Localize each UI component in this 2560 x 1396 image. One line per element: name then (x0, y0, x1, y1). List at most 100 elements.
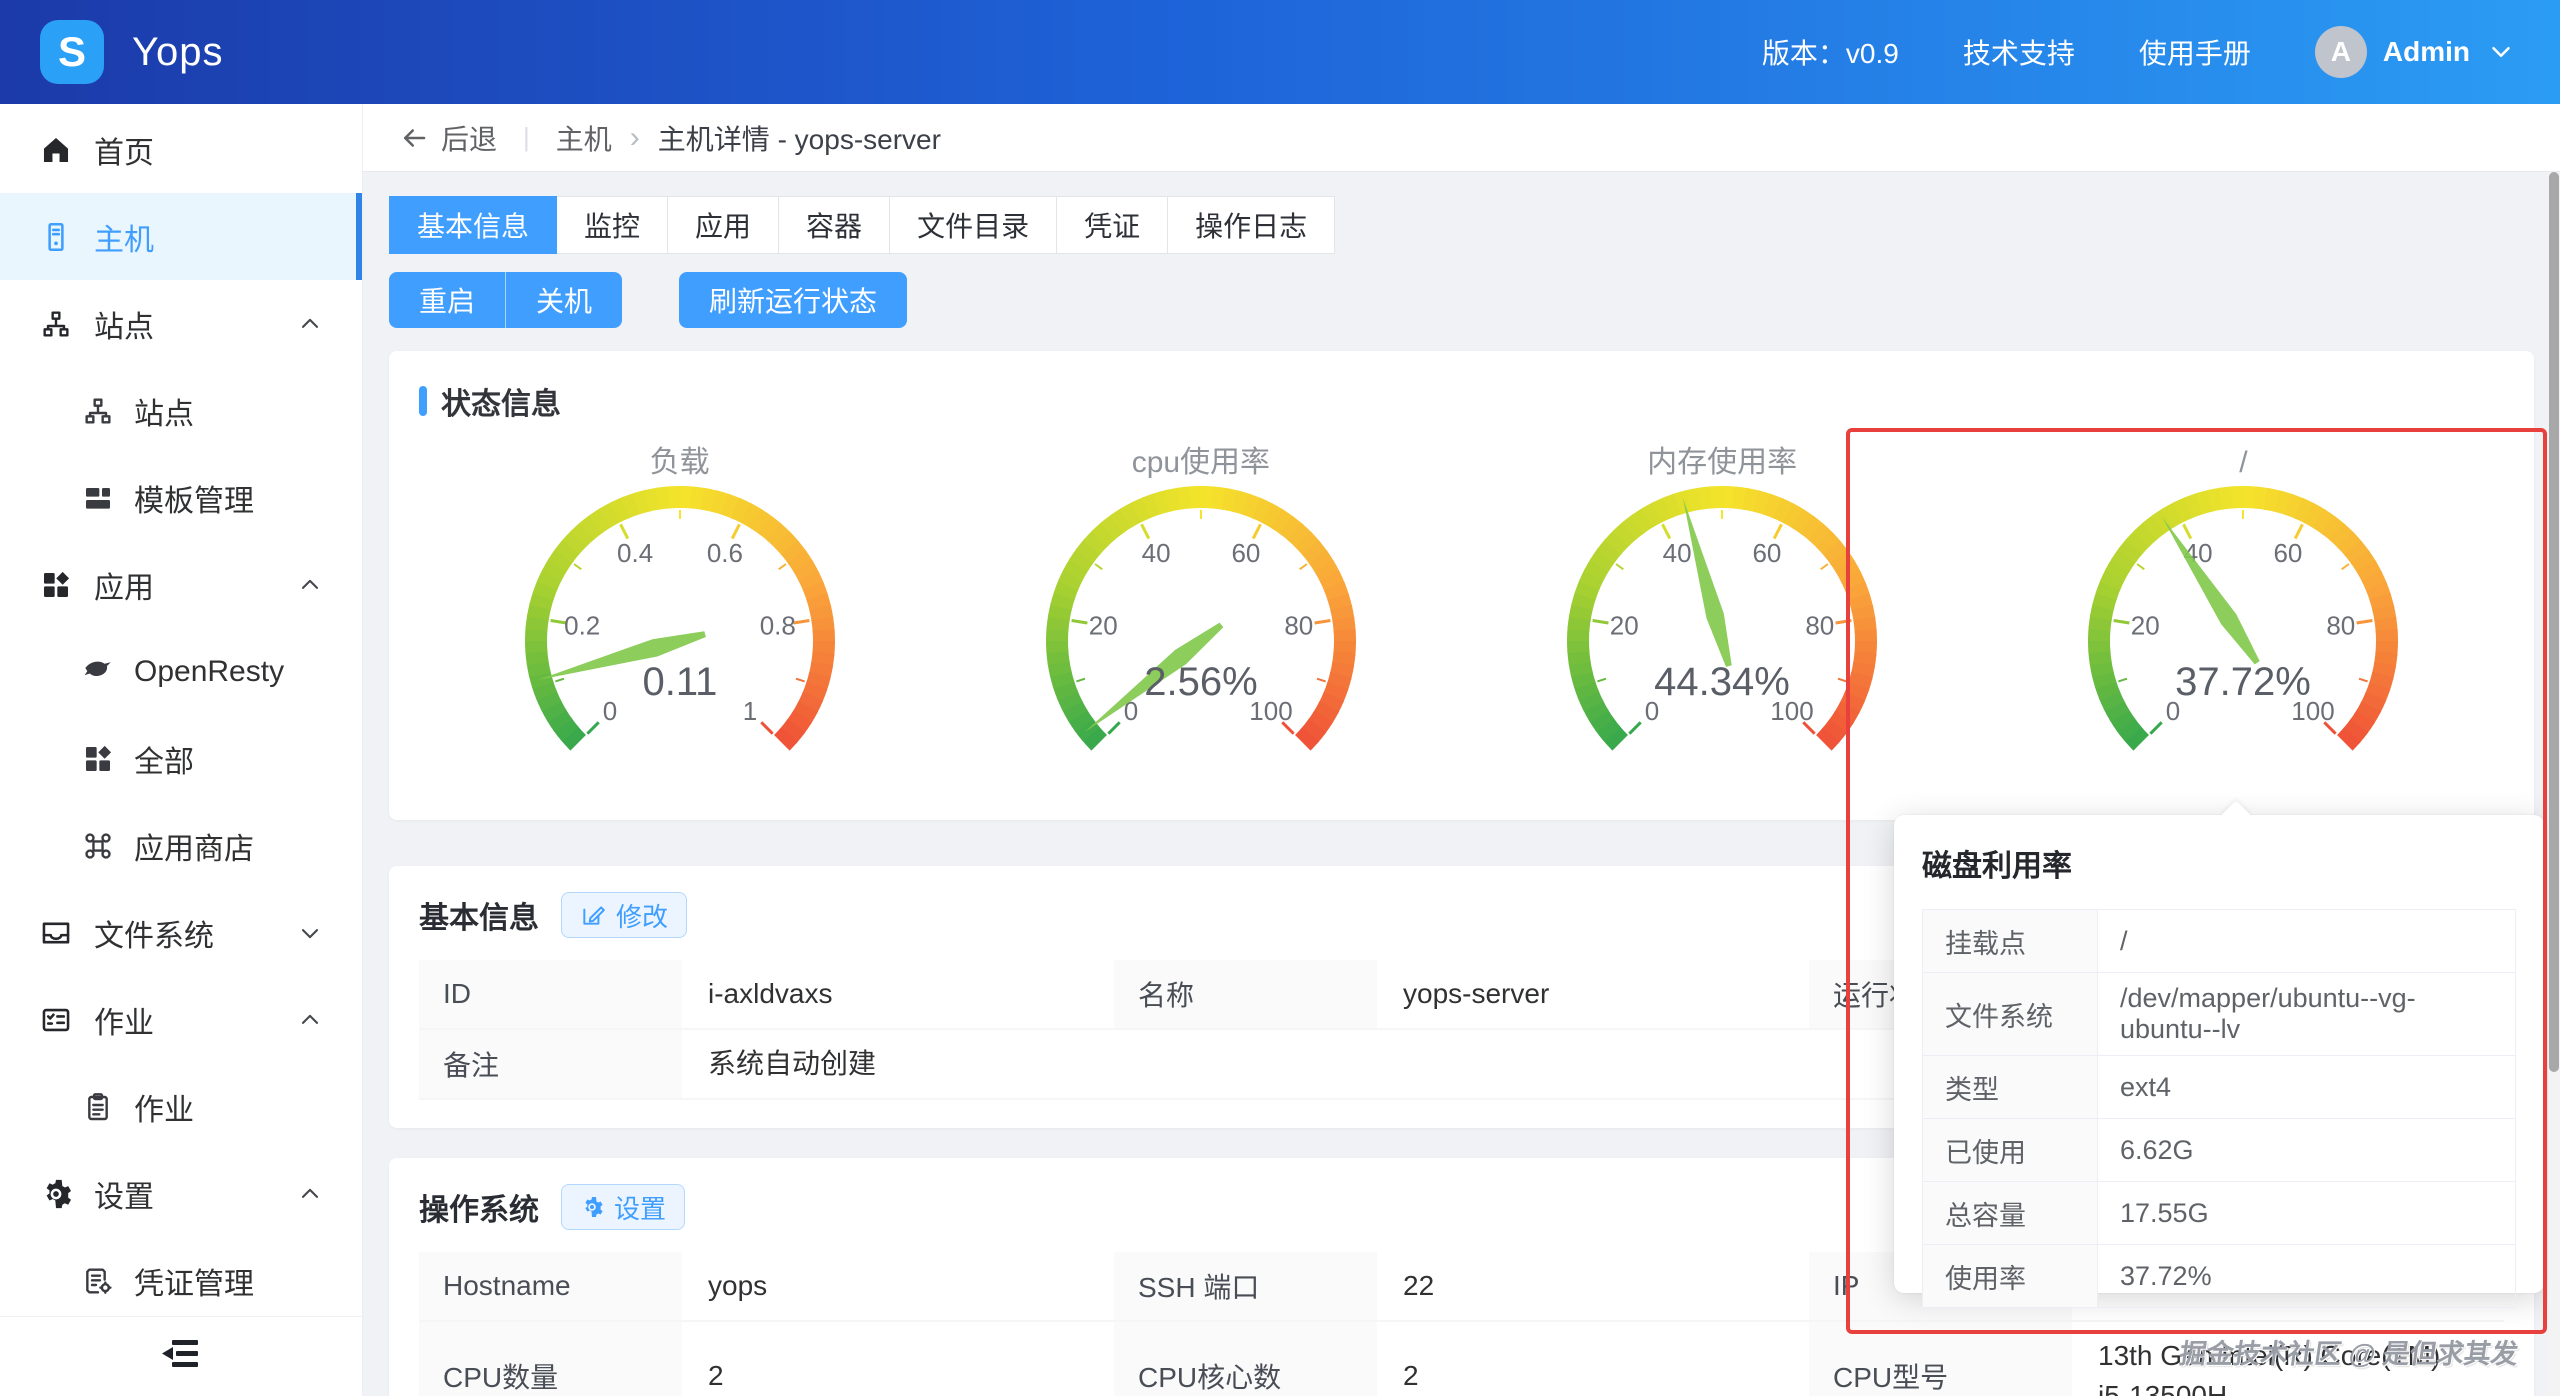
disk-popover-row: 类型ext4 (1923, 1056, 2515, 1119)
sidebar-item-apps-all[interactable]: 全部 (0, 715, 362, 802)
back-button[interactable]: 后退 (399, 118, 497, 158)
sidebar-item-sites-group[interactable]: 站点 (0, 280, 362, 367)
chevron-up-icon (296, 1180, 324, 1208)
edit-button-label: 修改 (616, 897, 668, 934)
sidebar-item-credentials[interactable]: 凭证管理 (0, 1237, 362, 1324)
svg-text:60: 60 (2274, 538, 2303, 568)
disk-popover-row: 挂载点/ (1923, 910, 2515, 973)
tab-file-directory[interactable]: 文件目录 (889, 196, 1057, 254)
apps-icon (38, 567, 74, 603)
sitemap-icon (82, 395, 114, 427)
collapse-sidebar-button[interactable] (0, 1316, 362, 1396)
gauge-chart-1[interactable]: 0204060801002.56% (1036, 483, 1366, 755)
tab-application[interactable]: 应用 (667, 196, 779, 254)
back-label: 后退 (441, 118, 497, 158)
chevron-down-icon (2486, 37, 2516, 67)
gauge-title: 负载 (650, 443, 710, 483)
svg-text:1: 1 (742, 696, 756, 726)
header-right: 版本：v0.9 技术支持 使用手册 A Admin (1762, 26, 2516, 78)
credential-icon (82, 1265, 114, 1297)
gauge-chart-2[interactable]: 02040608010044.34% (1557, 483, 1887, 755)
home-icon (38, 132, 74, 168)
sidebar-item-label: OpenResty (134, 655, 284, 689)
gauge-title: / (2239, 443, 2247, 483)
tab-credential[interactable]: 凭证 (1056, 196, 1168, 254)
desc-label: Hostname (419, 1252, 684, 1320)
app-store-icon (82, 830, 114, 862)
sitemap-icon (38, 306, 74, 342)
desc-label: 备注 (419, 1030, 684, 1098)
desc-value: i-axldvaxs (684, 960, 1114, 1028)
disk-popover-label: 文件系统 (1923, 973, 2098, 1055)
svg-text:37.72%: 37.72% (2176, 660, 2312, 704)
back-arrow-icon (399, 123, 429, 153)
os-settings-button[interactable]: 设置 (561, 1184, 685, 1230)
sidebar-item-label: 首页 (94, 128, 154, 172)
jobs-icon (38, 1002, 74, 1038)
sidebar-item-label: 主机 (94, 215, 154, 259)
user-menu[interactable]: A Admin (2315, 26, 2516, 78)
app-name: Yops (132, 30, 224, 75)
svg-text:60: 60 (1231, 538, 1260, 568)
chevron-down-icon (296, 919, 324, 947)
svg-text:0: 0 (602, 696, 616, 726)
sidebar-item-label: 凭证管理 (134, 1259, 254, 1303)
yops-host-detail-page: { "header": { "logo_letter": "S", "app_n… (0, 0, 2560, 1396)
scrollbar-thumb[interactable] (2549, 172, 2559, 1072)
breadcrumb-item-host[interactable]: 主机 (556, 118, 612, 158)
refresh-status-button[interactable]: 刷新运行状态 (679, 272, 907, 328)
gauge-title: 内存使用率 (1647, 443, 1797, 483)
manual-link[interactable]: 使用手册 (2139, 32, 2251, 72)
avatar: A (2315, 26, 2367, 78)
edit-button[interactable]: 修改 (561, 892, 687, 938)
sidebar-item-sites[interactable]: 站点 (0, 367, 362, 454)
sidebar-item-openresty[interactable]: OpenResty (0, 628, 362, 715)
disk-usage-popover: 磁盘利用率 挂载点/文件系统/dev/mapper/ubuntu--vg-ubu… (1894, 815, 2544, 1293)
sidebar-item-home[interactable]: 首页 (0, 106, 362, 193)
tab-basic-info[interactable]: 基本信息 (389, 196, 557, 254)
tab-container[interactable]: 容器 (778, 196, 890, 254)
os-title: 操作系统 (419, 1185, 539, 1229)
sidebar-item-jobs-group[interactable]: 作业 (0, 976, 362, 1063)
shutdown-button[interactable]: 关机 (505, 272, 622, 328)
svg-text:80: 80 (1805, 611, 1834, 641)
chevron-up-icon (296, 310, 324, 338)
desc-value: 22 (1379, 1252, 1809, 1320)
sidebar-item-jobs[interactable]: 作业 (0, 1063, 362, 1150)
tab-monitor[interactable]: 监控 (556, 196, 668, 254)
apps-icon (82, 743, 114, 775)
chevron-up-icon (296, 1006, 324, 1034)
page-scrollbar[interactable] (2548, 172, 2560, 1396)
sidebar-item-label: 作业 (134, 1085, 194, 1129)
breadcrumb-separator-icon: › (630, 121, 640, 155)
disk-popover-label: 已使用 (1923, 1119, 2098, 1181)
disk-popover-value: / (2098, 910, 2515, 972)
sidebar-item-label: 模板管理 (134, 476, 254, 520)
desc-label: ID (419, 960, 684, 1028)
breadcrumb: 后退 | 主机 › 主机详情 - yops-server (363, 104, 2560, 172)
filesystem-icon (38, 915, 74, 951)
breadcrumb-divider: | (523, 122, 530, 153)
svg-text:20: 20 (1089, 611, 1118, 641)
edit-icon (580, 902, 606, 928)
gauge-chart-0[interactable]: 00.20.40.60.810.11 (515, 483, 845, 755)
tab-operation-log[interactable]: 操作日志 (1167, 196, 1335, 254)
support-link[interactable]: 技术支持 (1963, 32, 2075, 72)
sidebar-item-apps-group[interactable]: 应用 (0, 541, 362, 628)
sidebar-item-app-store[interactable]: 应用商店 (0, 802, 362, 889)
sidebar-item-settings[interactable]: 设置 (0, 1150, 362, 1237)
sidebar-item-filesystem[interactable]: 文件系统 (0, 889, 362, 976)
disk-popover-row: 使用率37.72% (1923, 1245, 2515, 1308)
sidebar-item-host[interactable]: 主机 (0, 193, 362, 280)
power-button-group: 重启 关机 (389, 272, 622, 328)
sidebar-item-templates[interactable]: 模板管理 (0, 454, 362, 541)
gauge-chart-3[interactable]: 02040608010037.72% (2078, 483, 2408, 755)
restart-button[interactable]: 重启 (389, 272, 505, 328)
top-header: S Yops 版本：v0.9 技术支持 使用手册 A Admin (0, 0, 2560, 104)
sidebar-item-label: 站点 (134, 389, 194, 433)
sidebar-item-label: 应用商店 (134, 824, 254, 868)
brand: S Yops (40, 20, 224, 84)
disk-popover-row: 已使用6.62G (1923, 1119, 2515, 1182)
gauge-3: /02040608010037.72% (1983, 443, 2504, 755)
breadcrumb-current: 主机详情 - yops-server (658, 118, 941, 158)
